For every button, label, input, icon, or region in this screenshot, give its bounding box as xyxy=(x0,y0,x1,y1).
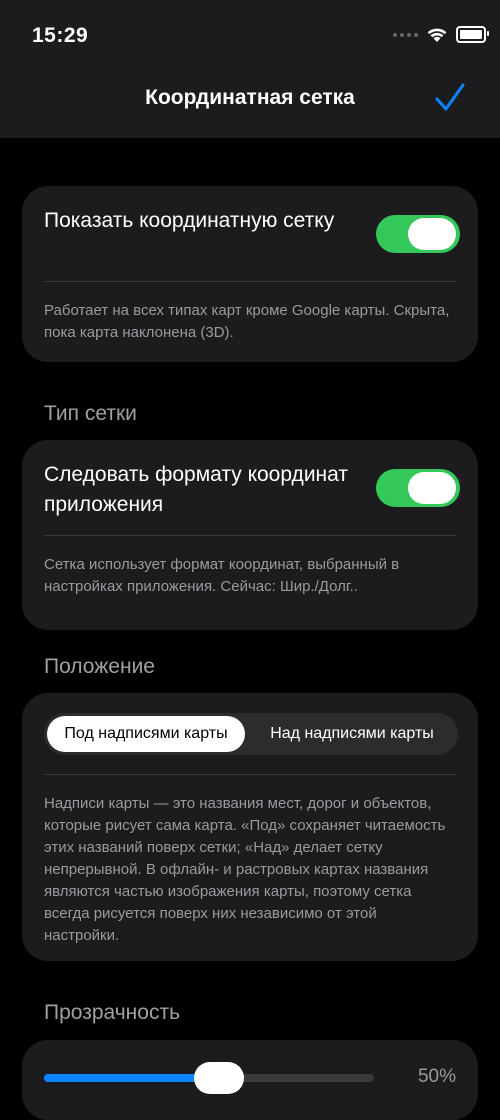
navigation-bar: Координатная сетка xyxy=(0,70,500,138)
grid-type-footnote: Сетка использует формат координат, выбра… xyxy=(44,556,400,595)
status-time: 15:29 xyxy=(32,24,89,47)
grid-type-header: Тип сетки xyxy=(44,402,137,425)
segment-above-labels[interactable]: Над надписями карты xyxy=(248,716,456,752)
show-grid-card: Показать координатную сетку Работает на … xyxy=(22,186,478,362)
opacity-slider-fill xyxy=(44,1074,219,1082)
cellular-signal-icon xyxy=(393,32,418,37)
status-bar: 15:29 xyxy=(0,0,500,70)
page-title: Координатная сетка xyxy=(145,86,355,109)
wifi-icon xyxy=(427,28,447,42)
battery-icon xyxy=(456,26,489,43)
divider xyxy=(44,281,456,282)
position-segmented-control: Под надписями карты Над надписями карты xyxy=(44,713,458,755)
toggle-knob xyxy=(408,218,456,250)
divider xyxy=(44,774,456,775)
position-footnote: Надписи карты — это названия мест, дорог… xyxy=(44,795,446,944)
position-header: Положение xyxy=(44,655,155,678)
opacity-slider[interactable] xyxy=(44,1062,374,1094)
opacity-header: Прозрачность xyxy=(44,1001,181,1024)
opacity-slider-thumb[interactable] xyxy=(194,1062,244,1094)
segment-below-labels[interactable]: Под надписями карты xyxy=(47,716,245,752)
toggle-knob xyxy=(408,472,456,504)
divider xyxy=(44,535,456,536)
grid-type-card: Следовать формату координат приложения С… xyxy=(22,440,478,630)
position-card: Под надписями карты Над надписями карты … xyxy=(22,693,478,961)
done-checkmark-icon[interactable] xyxy=(434,82,466,114)
show-grid-label: Показать координатную сетку xyxy=(44,209,335,232)
status-icons xyxy=(393,26,489,43)
opacity-card: 50% xyxy=(22,1040,478,1120)
show-grid-toggle[interactable] xyxy=(376,215,460,253)
follow-format-toggle[interactable] xyxy=(376,469,460,507)
follow-format-label: Следовать формату координат приложения xyxy=(44,463,348,516)
show-grid-footnote: Работает на всех типах карт кроме Google… xyxy=(44,302,450,341)
opacity-value: 50% xyxy=(417,1066,456,1087)
